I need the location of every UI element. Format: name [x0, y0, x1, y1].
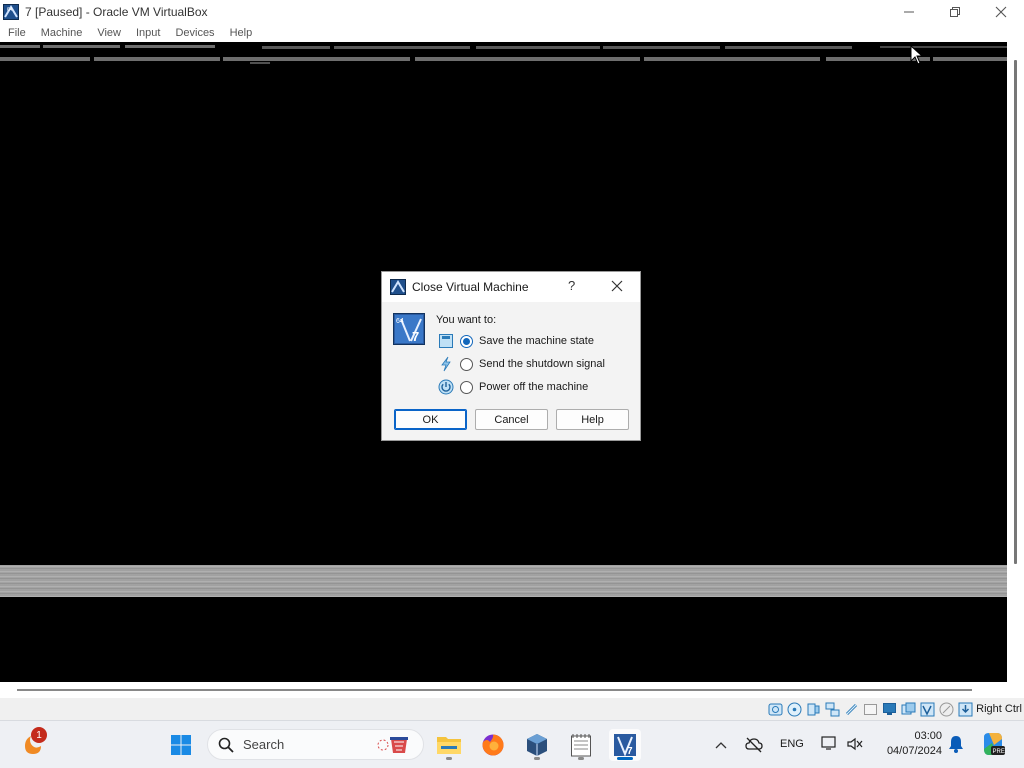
optical-drive-icon[interactable] [787, 702, 802, 717]
close-icon [995, 6, 1007, 18]
usb-icon[interactable] [844, 702, 859, 717]
running-indicator [534, 757, 540, 760]
taskbar-clock[interactable]: 03:00 04/07/2024 [876, 729, 942, 759]
minimize-icon [904, 11, 914, 13]
close-icon[interactable] [610, 279, 624, 293]
dialog-prompt: You want to: [436, 314, 497, 326]
notepad-icon [571, 734, 591, 757]
window-title: 7 [Paused] - Oracle VM VirtualBox [25, 5, 208, 19]
volume-muted-icon[interactable] [847, 737, 863, 751]
screen-artifact-band [0, 565, 1007, 597]
audio-icon[interactable] [806, 702, 821, 717]
svg-text:7: 7 [627, 746, 633, 757]
svg-text:64: 64 [396, 318, 404, 325]
option-label: Send the shutdown signal [479, 358, 605, 370]
power-icon [438, 379, 454, 395]
chevron-up-icon[interactable] [714, 740, 728, 750]
copilot-preview-icon[interactable]: PRE [980, 731, 1006, 757]
taskbar-search-box[interactable]: Search [207, 729, 424, 760]
display-icon[interactable] [882, 702, 897, 717]
svg-text:64: 64 [7, 7, 13, 13]
shared-folders-icon[interactable] [863, 702, 878, 717]
keyboard-capture-icon[interactable] [958, 702, 973, 717]
active-indicator [617, 757, 633, 760]
screen-artifact-noise [0, 45, 1007, 64]
vm-status-bar: Right Ctrl [0, 698, 1024, 720]
menu-help[interactable]: Help [225, 27, 259, 39]
menu-bar: File Machine View Input Devices Help [0, 24, 1024, 42]
menu-view[interactable]: View [92, 27, 127, 39]
close-vm-dialog: Close Virtual Machine ? 64 7 You want to… [381, 271, 641, 441]
svg-text:7: 7 [412, 329, 419, 344]
minimize-button[interactable] [886, 0, 932, 24]
virtualbox-vm-icon: 7 [614, 734, 636, 757]
menu-machine[interactable]: Machine [36, 27, 89, 39]
vm-os-64bit-icon: 64 7 [393, 313, 425, 345]
horizontal-scrollbar[interactable] [0, 682, 1024, 698]
hard-disk-icon[interactable] [768, 702, 783, 717]
start-button[interactable] [165, 729, 197, 761]
restore-button[interactable] [932, 0, 978, 24]
help-button[interactable]: Help [556, 409, 629, 430]
mouse-pointer-icon [910, 45, 924, 65]
clock-date: 04/07/2024 [886, 745, 942, 757]
virtualbox-app-icon: 64 [3, 4, 19, 20]
network-monitor-icon[interactable] [821, 735, 839, 751]
option-send-shutdown[interactable]: Send the shutdown signal [438, 355, 605, 373]
cancel-button[interactable]: Cancel [475, 409, 548, 430]
dialog-titlebar[interactable]: Close Virtual Machine ? [382, 272, 640, 302]
option-save-state[interactable]: Save the machine state [438, 332, 594, 350]
language-indicator[interactable]: ENG [780, 738, 804, 750]
svg-text:PRE: PRE [993, 749, 1005, 755]
option-label: Power off the machine [479, 381, 589, 393]
onedrive-offline-icon[interactable] [745, 737, 763, 753]
context-help-button[interactable]: ? [568, 278, 575, 293]
taskbar-notepad[interactable] [565, 729, 597, 761]
radio-power-off[interactable] [460, 380, 473, 394]
restore-icon [950, 7, 960, 17]
clock-time: 03:00 [914, 730, 942, 742]
horizontal-scroll-thumb[interactable] [17, 689, 972, 691]
vertical-scrollbar[interactable] [1007, 42, 1024, 682]
search-icon [218, 737, 234, 753]
notification-bell-icon[interactable] [948, 735, 964, 753]
option-power-off[interactable]: Power off the machine [438, 378, 588, 396]
radio-send-shutdown[interactable] [460, 357, 473, 371]
vertical-scroll-thumb[interactable] [1014, 60, 1017, 564]
menu-input[interactable]: Input [131, 27, 166, 39]
running-indicator [578, 757, 584, 760]
menu-file[interactable]: File [3, 27, 32, 39]
save-state-icon [439, 334, 453, 348]
taskbar-file-explorer[interactable] [433, 729, 465, 761]
close-window-button[interactable] [978, 0, 1024, 24]
host-key-label: Right Ctrl [976, 703, 1022, 715]
dialog-title: Close Virtual Machine [412, 280, 529, 294]
running-indicator [446, 757, 452, 760]
taskbar-virtualbox-vm[interactable]: 7 [609, 729, 641, 761]
radio-save-state[interactable] [460, 334, 473, 348]
shutdown-signal-icon [441, 356, 451, 372]
windows-start-icon [171, 735, 191, 755]
virtualbox-app-icon [390, 279, 406, 295]
taskbar-firefox[interactable] [477, 729, 509, 761]
recording-icon[interactable] [901, 702, 916, 717]
windows-taskbar: 7 [0, 720, 1024, 768]
notification-badge: 1 [31, 727, 47, 743]
taskbar-virtualbox-manager[interactable] [521, 729, 553, 761]
network-icon[interactable] [825, 702, 840, 717]
window-titlebar[interactable]: 64 7 [Paused] - Oracle VM VirtualBox [0, 0, 1024, 24]
search-placeholder: Search [243, 737, 285, 752]
file-explorer-icon [437, 737, 461, 754]
option-label: Save the machine state [479, 335, 594, 347]
ok-button[interactable]: OK [394, 409, 467, 430]
menu-devices[interactable]: Devices [170, 27, 220, 39]
mouse-integration-icon[interactable] [939, 702, 954, 717]
virtualbox-manager-icon [527, 734, 547, 756]
firefox-icon [482, 734, 504, 756]
cpu-virtualization-icon[interactable] [920, 702, 935, 717]
search-highlight-icon [377, 737, 408, 753]
